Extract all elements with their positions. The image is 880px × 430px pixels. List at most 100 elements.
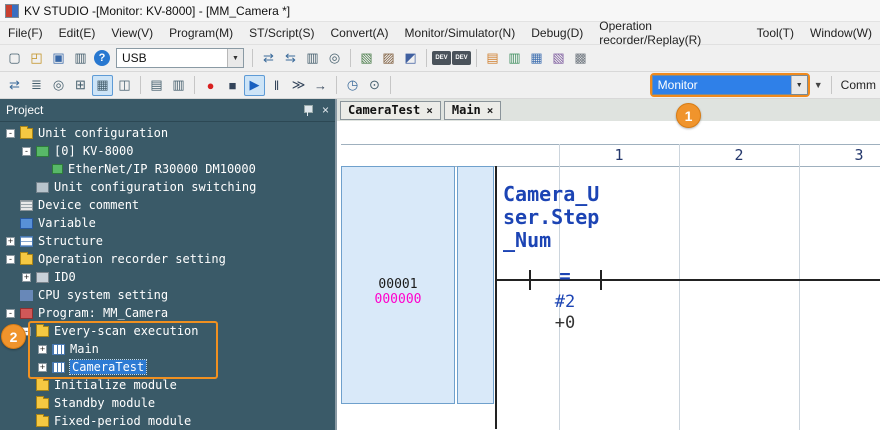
ladder-edit-icon[interactable]: ⊞ xyxy=(70,75,91,96)
expand-icon[interactable]: + xyxy=(22,273,31,282)
menu-item-program[interactable]: Program(M) xyxy=(161,23,241,43)
menu-item-debug[interactable]: Debug(D) xyxy=(523,23,591,43)
tree-item-unit-configuration[interactable]: -Unit configuration xyxy=(0,124,335,142)
tree-item-device-comment[interactable]: Device comment xyxy=(0,196,335,214)
menu-item-st-script[interactable]: ST/Script(S) xyxy=(241,23,322,43)
watch-window-icon[interactable]: ▦ xyxy=(526,48,547,69)
collapse-icon[interactable]: - xyxy=(6,129,15,138)
tab-cameratest[interactable]: CameraTest × xyxy=(340,101,441,120)
unit-monitor-icon[interactable]: ▧ xyxy=(548,48,569,69)
tree-item-unit-configuration-switching[interactable]: Unit configuration switching xyxy=(0,178,335,196)
tree-item-id0[interactable]: + ID0 xyxy=(0,268,335,286)
read-from-plc-icon[interactable]: ⇆ xyxy=(280,48,301,69)
tree-item-label: [0] KV-8000 xyxy=(54,144,133,158)
column-header-3: 3 xyxy=(799,146,880,164)
toolbar-icons-right: ⇄⇆▥◎▧▨◩DEVDEV▤▥▦▧▩ xyxy=(248,48,591,69)
registration-window-icon[interactable]: ◫ xyxy=(114,75,135,96)
menu-item-operation-recorder-replay[interactable]: Operation recorder/Replay(R) xyxy=(591,16,748,50)
close-icon[interactable]: × xyxy=(426,104,433,117)
tree-item-initialize-module[interactable]: Initialize module xyxy=(0,376,335,394)
chevron-down-icon[interactable]: ▼ xyxy=(227,49,243,67)
tree-item-cameratest[interactable]: +CameraTest xyxy=(0,358,335,376)
tree-item-cpu-system-setting[interactable]: CPU system setting xyxy=(0,286,335,304)
collapse-icon[interactable]: - xyxy=(6,309,15,318)
usb-port-combobox[interactable]: USB ▼ xyxy=(116,48,244,68)
find-device-icon[interactable]: ◎ xyxy=(48,75,69,96)
skip-to-end-button[interactable]: → xyxy=(310,75,331,96)
verify-icon[interactable]: ▥ xyxy=(302,48,323,69)
expand-icon[interactable]: + xyxy=(6,237,15,246)
toolbar-separator xyxy=(390,76,391,94)
tree-item-structure[interactable]: +Structure xyxy=(0,232,335,250)
toolbar-separator xyxy=(426,49,427,67)
compare-operand: #2 xyxy=(519,292,611,312)
help-icon[interactable]: ? xyxy=(94,50,110,66)
free-registration-icon[interactable]: ▥ xyxy=(504,48,525,69)
comment-icon xyxy=(20,200,33,211)
rung-number: 00001 xyxy=(378,277,417,292)
expand-icon[interactable]: + xyxy=(38,363,47,372)
device-usage-icon[interactable]: ▥ xyxy=(168,75,189,96)
find-icon[interactable]: ◎ xyxy=(324,48,345,69)
tree-item-label: ID0 xyxy=(54,270,76,284)
new-project-icon[interactable]: ▢ xyxy=(4,48,25,69)
close-icon[interactable]: × xyxy=(322,104,329,116)
tree-item-ethernet-ip[interactable]: EtherNet/IP R30000 DM10000 xyxy=(0,160,335,178)
tree-item-label: Program: MM_Camera xyxy=(38,306,168,320)
compare-operator[interactable]: = xyxy=(519,265,611,287)
usage-list-icon[interactable]: ▤ xyxy=(146,75,167,96)
menu-item-window[interactable]: Window(W) xyxy=(802,23,880,43)
expand-icon[interactable]: + xyxy=(38,345,47,354)
menu-item-edit[interactable]: Edit(E) xyxy=(51,23,104,43)
record-button[interactable]: ● xyxy=(200,75,221,96)
rung-margin-cell[interactable] xyxy=(457,166,494,404)
menu-item-file[interactable]: File(F) xyxy=(0,23,51,43)
close-icon[interactable]: × xyxy=(487,104,494,117)
play-button[interactable]: ▶ xyxy=(244,75,265,96)
tree-item-fixed-period-module[interactable]: Fixed-period module xyxy=(0,412,335,430)
open-project-icon[interactable]: ◰ xyxy=(26,48,47,69)
tree-item-variable[interactable]: Variable xyxy=(0,214,335,232)
operation-recorder-icon[interactable]: ▩ xyxy=(570,48,591,69)
paste-icon[interactable]: ▥ xyxy=(70,48,91,69)
save-icon[interactable]: ▣ xyxy=(48,48,69,69)
tree-item-main[interactable]: +Main xyxy=(0,340,335,358)
chevron-down-icon[interactable]: ▼ xyxy=(791,76,807,94)
pin-icon[interactable] xyxy=(303,105,312,116)
collapse-icon[interactable]: - xyxy=(6,255,15,264)
trace-icon[interactable]: ⊙ xyxy=(364,75,385,96)
step-run-button[interactable]: ≫ xyxy=(288,75,309,96)
ladder-canvas[interactable]: 1 2 3 00001 000000 Camera_U ser.Step _Nu… xyxy=(337,121,880,430)
tree-item-standby-module[interactable]: Standby module xyxy=(0,394,335,412)
menu-item-view[interactable]: View(V) xyxy=(103,23,161,43)
tree-item-label: Initialize module xyxy=(54,378,177,392)
project-panel-title: Project xyxy=(6,103,303,117)
timer-icon[interactable]: ◷ xyxy=(342,75,363,96)
ladder-view-icon[interactable]: ▧ xyxy=(356,48,377,69)
menu-item-tool[interactable]: Tool(T) xyxy=(749,23,802,43)
rung-header-cell[interactable]: 00001 000000 xyxy=(341,166,455,404)
transfer-to-plc-icon[interactable]: ⇄ xyxy=(258,48,279,69)
tree-item-program-mm-camera[interactable]: - Program: MM_Camera xyxy=(0,304,335,322)
ladder-monitor-toggle[interactable]: ▦ xyxy=(92,75,113,96)
stop-button[interactable]: ■ xyxy=(222,75,243,96)
collapse-icon[interactable]: - xyxy=(22,147,31,156)
folder-icon xyxy=(36,380,49,391)
registration-monitor-icon[interactable]: ▤ xyxy=(482,48,503,69)
menu-item-convert[interactable]: Convert(A) xyxy=(323,23,397,43)
pause-button[interactable]: ‖ xyxy=(266,75,287,96)
monitor-mode-combobox[interactable]: Monitor ▼ xyxy=(652,75,808,95)
tree-item-every-scan-execution[interactable]: -Every-scan execution xyxy=(0,322,335,340)
menu-item-monitor-simulator[interactable]: Monitor/Simulator(N) xyxy=(397,23,524,43)
toolbar-separator xyxy=(140,76,141,94)
tab-main[interactable]: Main × xyxy=(444,101,502,120)
device-monitor-icon[interactable]: DEV xyxy=(432,51,451,65)
device-batch-monitor-icon[interactable]: DEV xyxy=(452,51,471,65)
tree-item-kv-8000[interactable]: - [0] KV-8000 xyxy=(0,142,335,160)
convert-icon[interactable]: ⇄ xyxy=(4,75,25,96)
comment-view-icon[interactable]: ◩ xyxy=(400,48,421,69)
mnemonic-view-icon[interactable]: ▨ xyxy=(378,48,399,69)
instruction-list-icon[interactable]: ≣ xyxy=(26,75,47,96)
tree-item-operation-recorder-setting[interactable]: -Operation recorder setting xyxy=(0,250,335,268)
mode-dropdown-button[interactable]: ▼ xyxy=(811,75,826,96)
